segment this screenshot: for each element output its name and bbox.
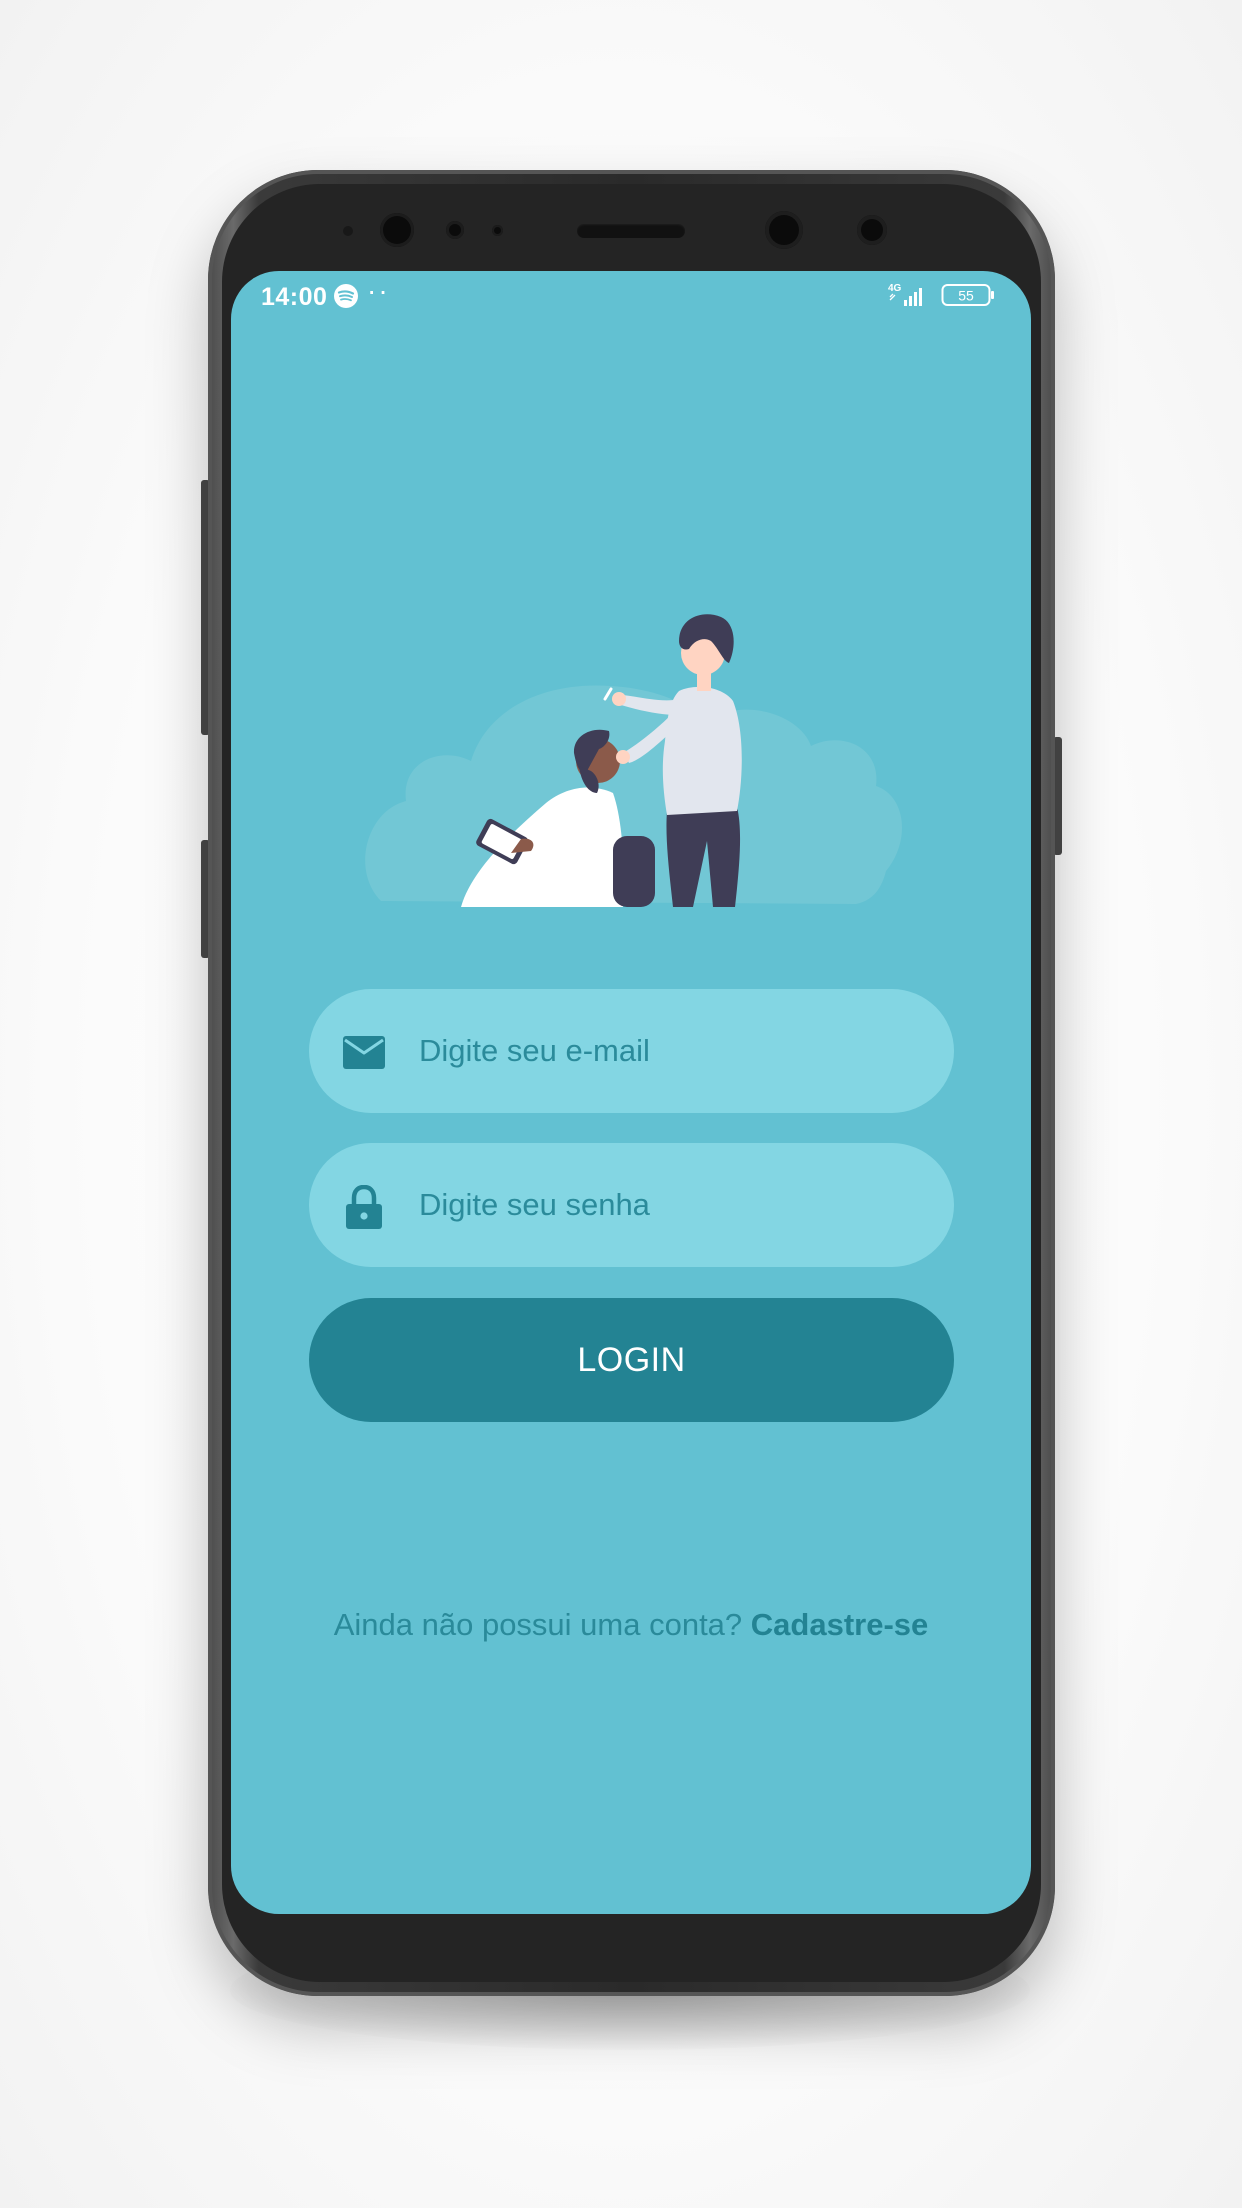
background: 14:00 ·· 4G 55 Digite seu e-mail LOGIN A… [0, 0, 1242, 2208]
sensor-dot [446, 221, 464, 239]
battery-level: 55 [958, 288, 974, 304]
spotify-icon [334, 284, 358, 308]
status-time: 14:00 [261, 283, 328, 311]
lock-icon [346, 1185, 382, 1229]
notification-dots: ·· [367, 275, 390, 306]
status-bar: 14:00 ·· 4G 55 [231, 271, 1031, 321]
email-input[interactable] [419, 989, 919, 1113]
app-screen: 14:00 ·· 4G 55 Digite seu e-mail LOGIN A… [231, 271, 1031, 1914]
sensor-dot [343, 226, 353, 236]
email-field[interactable] [309, 989, 954, 1113]
front-camera-icon [380, 213, 414, 247]
earpiece-speaker [577, 224, 685, 238]
signup-link[interactable]: Cadastre-se [751, 1607, 928, 1642]
signal-icon: 4G [888, 283, 922, 306]
battery-icon: 55 [941, 284, 994, 306]
password-field[interactable] [309, 1143, 954, 1267]
envelope-icon [343, 1036, 385, 1069]
signup-prompt: Ainda não possui uma conta? [333, 1607, 743, 1642]
iris-scanner-icon [765, 211, 803, 249]
signup-row: Ainda não possui uma conta? Cadastre-se [231, 1607, 1031, 1643]
password-input[interactable] [419, 1143, 919, 1267]
login-button[interactable]: LOGIN [309, 1298, 954, 1422]
network-type-label: 4G [888, 283, 902, 294]
sensor-dot [492, 225, 503, 236]
sensor-dot [857, 215, 887, 245]
barber-illustration [365, 614, 903, 907]
